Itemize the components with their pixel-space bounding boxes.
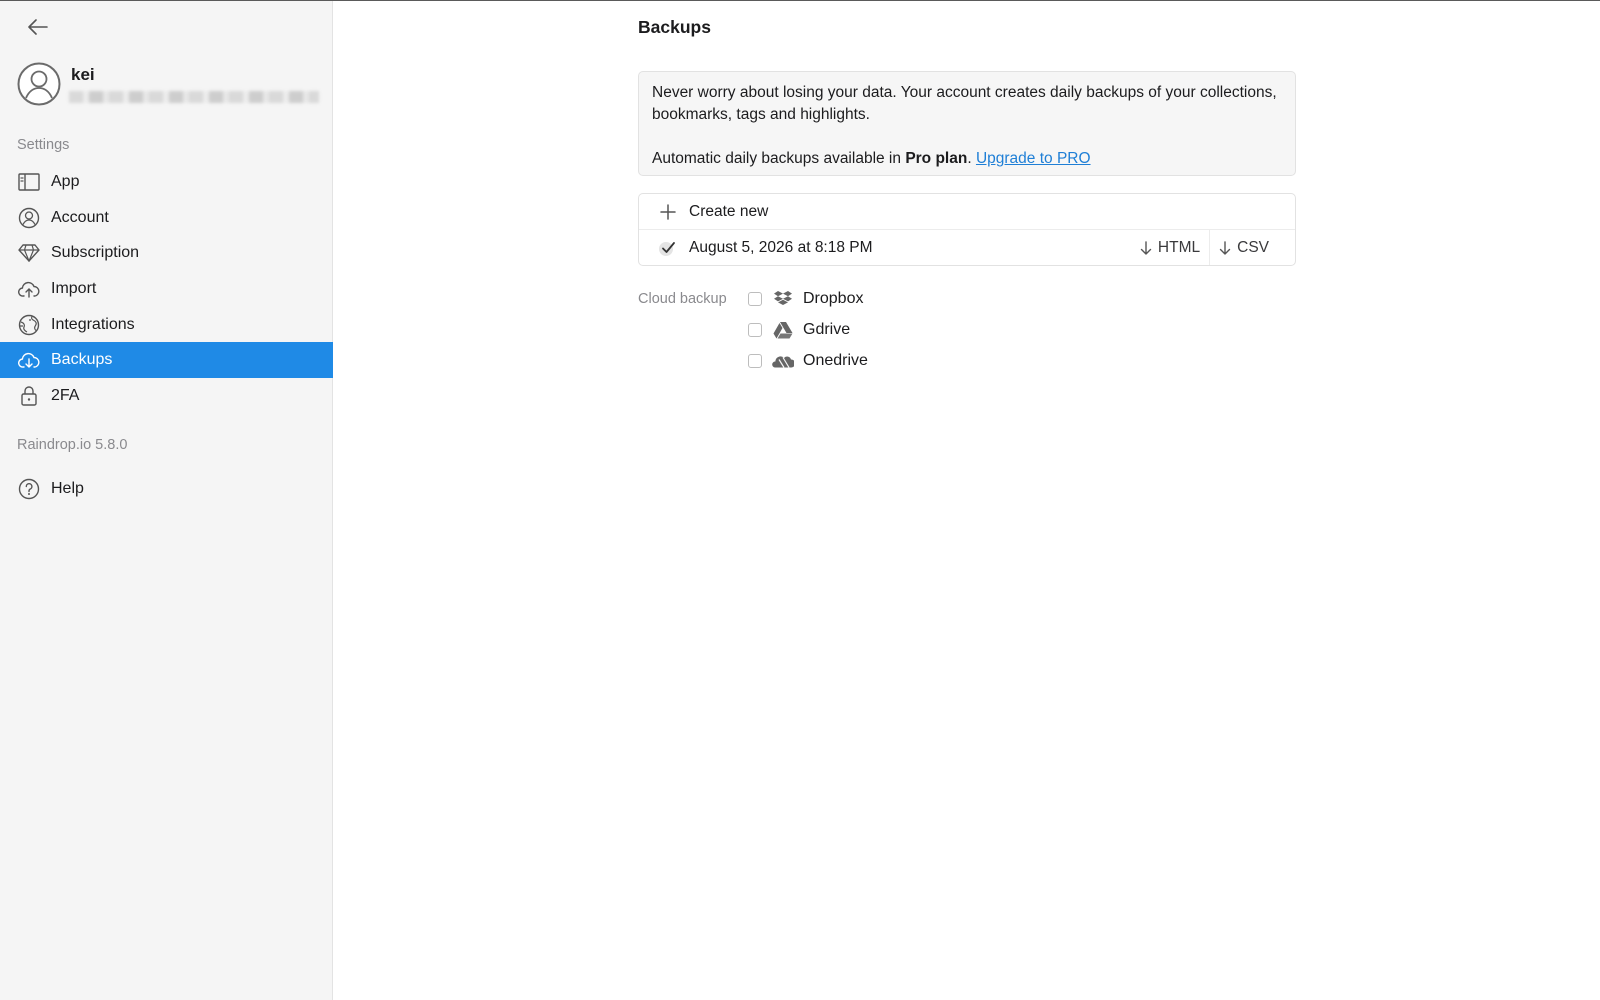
info-text: Never worry about losing your data. Your…: [652, 84, 1277, 123]
back-button[interactable]: [24, 15, 52, 39]
onedrive-icon: [772, 350, 794, 372]
settings-section-label: Settings: [17, 137, 70, 153]
sidebar-item-label: Integrations: [51, 315, 135, 333]
upgrade-to-pro-link[interactable]: Upgrade to PRO: [976, 150, 1091, 167]
cloud-backup-options: Dropbox Gdrive Onedrive: [748, 283, 868, 376]
cloud-option-onedrive: Onedrive: [748, 345, 868, 376]
sidebar-item-label: 2FA: [51, 386, 80, 404]
pro-plan-prefix: Automatic daily backups available in: [652, 150, 906, 167]
backup-date: August 5, 2026 at 8:18 PM: [689, 238, 873, 256]
onedrive-checkbox[interactable]: [748, 353, 762, 368]
cloud-download-icon: [18, 349, 40, 371]
cloud-backup-label: Cloud backup: [638, 291, 727, 307]
user-name: kei: [71, 65, 95, 84]
gdrive-checkbox[interactable]: [748, 322, 762, 337]
pro-plan-name: Pro plan: [905, 150, 968, 167]
arrow-left-icon: [28, 19, 48, 35]
sidebar-item-help[interactable]: Help: [0, 471, 333, 507]
download-csv-button[interactable]: CSV: [1209, 230, 1295, 265]
sidebar-item-backups[interactable]: Backups: [0, 342, 333, 379]
sidebar-item-label: App: [51, 172, 80, 190]
create-new-backup-button[interactable]: Create new: [639, 194, 1295, 230]
gdrive-icon: [772, 319, 794, 341]
sidebar-item-label: Help: [51, 479, 84, 497]
sidebar-item-label: Backups: [51, 351, 113, 369]
sidebar-item-2fa[interactable]: 2FA: [0, 378, 333, 414]
app-window-icon: [18, 171, 40, 193]
dropbox-label: Dropbox: [803, 289, 864, 307]
sidebar-item-label: Import: [51, 279, 97, 297]
dropbox-icon: [772, 288, 794, 310]
plus-icon: [657, 203, 679, 220]
sidebar-item-label: Subscription: [51, 244, 140, 262]
lock-icon: [18, 385, 40, 407]
download-csv-label: CSV: [1237, 238, 1269, 256]
sidebar: kei Settings App Account Subscription Im…: [0, 1, 333, 1000]
dropbox-checkbox[interactable]: [748, 291, 762, 306]
diamond-icon: [18, 242, 40, 264]
download-html-label: HTML: [1157, 238, 1201, 256]
sidebar-item-app[interactable]: App: [0, 164, 333, 200]
download-html-button[interactable]: HTML: [1131, 230, 1209, 265]
backup-info-box: Never worry about losing your data. Your…: [638, 71, 1296, 176]
app-version: Raindrop.io 5.8.0: [17, 437, 128, 453]
create-new-label: Create new: [689, 202, 769, 220]
account-icon: [18, 207, 40, 229]
onedrive-label: Onedrive: [803, 351, 868, 369]
arrow-down-icon: [1219, 240, 1231, 255]
user-profile[interactable]: kei: [17, 62, 319, 108]
settings-nav: App Account Subscription Import Integrat…: [0, 164, 333, 414]
help-nav: Help: [0, 471, 333, 507]
backup-list: Create new August 5, 2026 at 8:18 PM HTM…: [638, 193, 1296, 266]
avatar-icon: [17, 62, 61, 106]
arrow-down-icon: [1140, 240, 1152, 255]
cloud-upload-icon: [18, 278, 40, 300]
page-title: Backups: [638, 17, 711, 37]
sidebar-item-subscription[interactable]: Subscription: [0, 235, 333, 271]
sidebar-item-account[interactable]: Account: [0, 200, 333, 236]
user-email-redacted: [69, 91, 319, 103]
sidebar-item-integrations[interactable]: Integrations: [0, 307, 333, 343]
backup-row: August 5, 2026 at 8:18 PM HTML CSV: [639, 230, 1295, 265]
pro-plan-dot: .: [967, 150, 972, 167]
help-circle-icon: [18, 478, 40, 500]
globe-icon: [18, 314, 40, 336]
checkmark-icon: [657, 239, 679, 257]
gdrive-label: Gdrive: [803, 320, 851, 338]
sidebar-item-label: Account: [51, 208, 109, 226]
sidebar-item-import[interactable]: Import: [0, 271, 333, 307]
cloud-option-dropbox: Dropbox: [748, 283, 868, 314]
cloud-option-gdrive: Gdrive: [748, 314, 868, 345]
pro-plan-text: Automatic daily backups available in Pro…: [652, 148, 1282, 170]
